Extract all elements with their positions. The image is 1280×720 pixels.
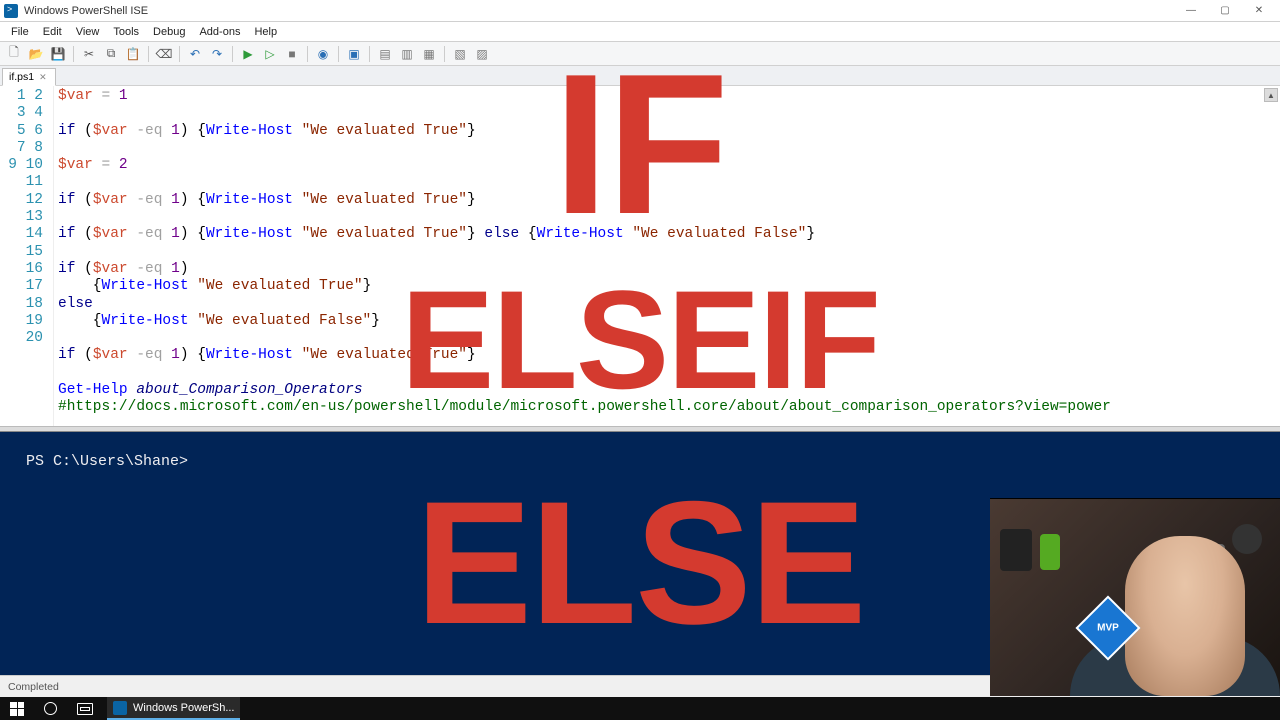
new-remote-icon[interactable]: ▣ (344, 44, 364, 64)
code-area[interactable]: $var = 1 if ($var -eq 1) {Write-Host "We… (54, 86, 1280, 426)
code-line: $var = 1 (58, 88, 1276, 105)
code-line (58, 140, 1276, 157)
powershell-icon (113, 701, 127, 715)
circle-icon (44, 702, 57, 715)
taskview-icon (77, 703, 93, 715)
console-prompt: PS C:\Users\Shane> (26, 453, 188, 470)
code-line: if ($var -eq 1) {Write-Host "We evaluate… (58, 226, 1276, 243)
minimize-button[interactable]: — (1174, 1, 1208, 21)
menu-tools[interactable]: Tools (106, 24, 146, 40)
cut-icon[interactable]: ✂ (79, 44, 99, 64)
app-icon (4, 4, 18, 18)
toolbar: 🗋📂💾 ✂⧉📋 ⌫ ↶↷ ▶▷■ ◉ ▣ ▤▥▦ ▧▨ (0, 42, 1280, 66)
code-line: {Write-Host "We evaluated False"} (58, 313, 1276, 330)
layout2-icon[interactable]: ▥ (397, 44, 417, 64)
redo-icon[interactable]: ↷ (207, 44, 227, 64)
code-line: if ($var -eq 1) (58, 261, 1276, 278)
stop-icon[interactable]: ■ (282, 44, 302, 64)
remote-icon[interactable]: ◉ (313, 44, 333, 64)
code-line: else (58, 296, 1276, 313)
tab-if-ps1[interactable]: if.ps1 ✕ (2, 68, 56, 86)
clear-icon[interactable]: ⌫ (154, 44, 174, 64)
save-icon[interactable]: 💾 (48, 44, 68, 64)
script-editor[interactable]: 1 2 3 4 5 6 7 8 9 10 11 12 13 14 15 16 1… (0, 86, 1280, 426)
new-file-icon[interactable]: 🗋 (4, 44, 24, 64)
toolbar-separator (179, 46, 180, 62)
start-button[interactable] (4, 697, 30, 720)
run-script-icon[interactable]: ▶ (238, 44, 258, 64)
taskbar: Windows PowerSh... (0, 697, 1280, 720)
tabstrip: if.ps1 ✕ (0, 66, 1280, 86)
code-line: $var = 2 (58, 157, 1276, 174)
toolbar-separator (444, 46, 445, 62)
taskview-button[interactable] (71, 697, 99, 720)
code-line: Get-Help about_Comparison_Operators (58, 382, 1276, 399)
code-line (58, 244, 1276, 261)
close-button[interactable]: ✕ (1242, 1, 1276, 21)
taskbar-app-label: Windows PowerSh... (133, 702, 234, 714)
scroll-up-icon[interactable]: ▲ (1264, 88, 1278, 102)
line-number-gutter: 1 2 3 4 5 6 7 8 9 10 11 12 13 14 15 16 1… (0, 86, 54, 426)
code-line (58, 105, 1276, 122)
tab-label: if.ps1 (9, 71, 34, 83)
code-line: if ($var -eq 1) {Write-Host "We evaluate… (58, 123, 1276, 140)
taskbar-app-powershell[interactable]: Windows PowerSh... (107, 697, 240, 720)
code-line: if ($var -eq 1) {Write-Host "We evaluate… (58, 347, 1276, 364)
undo-icon[interactable]: ↶ (185, 44, 205, 64)
menubar: FileEditViewToolsDebugAdd-onsHelp (0, 22, 1280, 42)
windows-logo-icon (10, 702, 24, 716)
code-line: #https://docs.microsoft.com/en-us/powers… (58, 399, 1276, 416)
toolbar-separator (369, 46, 370, 62)
status-text: Completed (8, 681, 59, 693)
code-line (58, 174, 1276, 191)
tab-close-icon[interactable]: ✕ (39, 72, 47, 83)
toolbar-separator (307, 46, 308, 62)
layout1-icon[interactable]: ▤ (375, 44, 395, 64)
code-line (58, 365, 1276, 382)
code-line: if ($var -eq 1) {Write-Host "We evaluate… (58, 192, 1276, 209)
toolbar-separator (338, 46, 339, 62)
menu-file[interactable]: File (4, 24, 36, 40)
open-file-icon[interactable]: 📂 (26, 44, 46, 64)
cortana-button[interactable] (38, 697, 63, 720)
code-line (58, 417, 1276, 426)
toolbar-separator (73, 46, 74, 62)
menu-debug[interactable]: Debug (146, 24, 192, 40)
paste-icon[interactable]: 📋 (123, 44, 143, 64)
menu-view[interactable]: View (69, 24, 107, 40)
layout3-icon[interactable]: ▦ (419, 44, 439, 64)
toolbar-separator (232, 46, 233, 62)
maximize-button[interactable]: ▢ (1208, 1, 1242, 21)
menu-edit[interactable]: Edit (36, 24, 69, 40)
code-line (58, 209, 1276, 226)
webcam-overlay: MVP (990, 498, 1280, 696)
window-title: Windows PowerShell ISE (24, 5, 148, 17)
code-line (58, 330, 1276, 347)
show-script-icon[interactable]: ▨ (472, 44, 492, 64)
copy-icon[interactable]: ⧉ (101, 44, 121, 64)
code-line: {Write-Host "We evaluated True"} (58, 278, 1276, 295)
menu-add-ons[interactable]: Add-ons (192, 24, 247, 40)
menu-help[interactable]: Help (247, 24, 284, 40)
show-commands-icon[interactable]: ▧ (450, 44, 470, 64)
toolbar-separator (148, 46, 149, 62)
titlebar: Windows PowerShell ISE — ▢ ✕ (0, 0, 1280, 22)
run-selection-icon[interactable]: ▷ (260, 44, 280, 64)
